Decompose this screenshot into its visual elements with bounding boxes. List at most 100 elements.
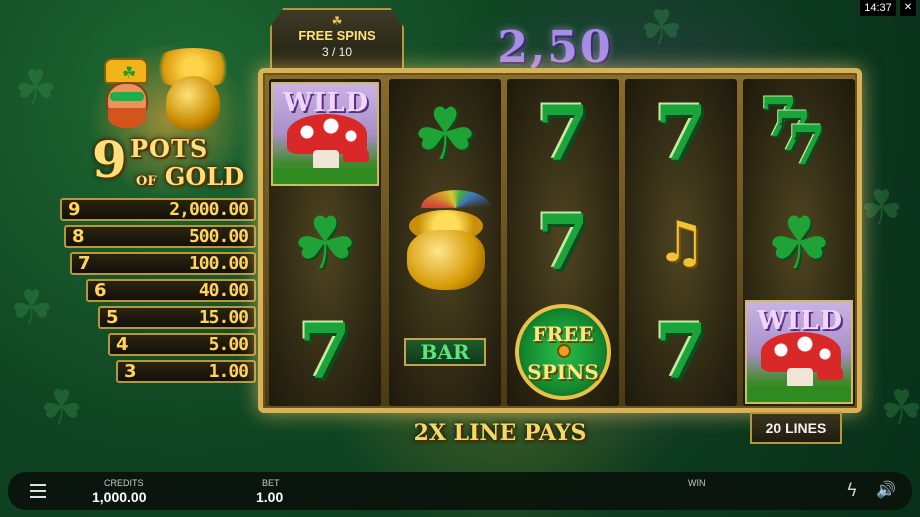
reel-cell: BAR — [389, 297, 501, 406]
reel-cell: 7 — [507, 188, 619, 297]
paytable-pots: 9 — [68, 199, 81, 220]
reel-1: WILD ☘ 7 — [269, 79, 381, 406]
reel-3: 7 7 FREE SPINS — [507, 79, 619, 406]
lines-indicator[interactable]: 20 LINES — [750, 412, 842, 444]
seven-symbol: 7 — [536, 197, 590, 287]
seven-symbol: 7 — [536, 88, 590, 178]
bar-symbol: BAR — [404, 337, 486, 366]
free-spins-symbol-line2: SPINS — [527, 359, 599, 384]
reel-cell: 7 — [625, 297, 737, 406]
clover-decoration-icon: ☘ — [640, 0, 684, 56]
win-label: WIN — [688, 478, 706, 488]
triple-seven-symbol: 7 7 7 — [754, 85, 844, 179]
leprechaun-hat: ☘ — [104, 58, 148, 84]
free-spins-title: FREE SPINS — [298, 28, 376, 43]
clover-decoration-icon: ☘ — [40, 380, 84, 436]
paytable-amount: 500.00 — [188, 226, 249, 247]
logo-pots: POTS — [130, 134, 209, 163]
win-amount-display: 2,50 — [497, 22, 613, 73]
credits-value: 1,000.00 — [92, 489, 147, 505]
seven-symbol: 7 — [654, 88, 708, 178]
paytable-row: 5 15.00 — [98, 306, 256, 329]
reel-cell: WILD — [743, 297, 855, 406]
logo-gold: GOLD — [164, 162, 245, 191]
free-spins-counter: ☘ FREE SPINS 3 / 10 — [270, 8, 404, 72]
reel-cell: WILD — [269, 79, 381, 188]
seven-glyph: 7 — [788, 112, 826, 177]
reel-cell: ☘ — [389, 79, 501, 188]
bottom-bar: CREDITS 1,000.00 BET 1.00 WIN ϟ 🔊 — [8, 472, 912, 510]
gem-icon — [557, 343, 571, 358]
paytable-amount: 40.00 — [198, 280, 249, 301]
paytable-pots: 8 — [72, 226, 85, 247]
close-icon[interactable]: ✕ — [900, 0, 916, 16]
paytable-row: 3 1.00 — [116, 360, 256, 383]
wild-mushroom-symbol: WILD — [271, 81, 379, 186]
pot-icon — [407, 229, 485, 290]
status-clock: 14:37 — [860, 0, 896, 16]
clover-icon: ☘ — [122, 65, 137, 82]
speaker-icon[interactable]: 🔊 — [876, 480, 896, 499]
paytable-amount: 2,000.00 — [169, 199, 249, 220]
reel-cell: 7 — [625, 79, 737, 188]
small-mushroom — [817, 363, 843, 380]
free-spins-count: 3 / 10 — [321, 45, 353, 59]
free-spins-symbol: FREE SPINS — [515, 303, 611, 400]
reel-cell: ☘ — [269, 188, 381, 297]
leprechaun-icon: ☘ — [98, 58, 156, 128]
paytable-amount: 15.00 — [198, 307, 249, 328]
logo-of: OF — [136, 174, 157, 189]
lightning-icon[interactable]: ϟ — [846, 480, 858, 501]
reel-cell: 7 — [507, 79, 619, 188]
clover-decoration-icon: ☘ — [880, 380, 920, 436]
clover-symbol-icon: ☘ — [292, 200, 358, 285]
reels-frame: WILD ☘ 7 ☘ BAR 7 7 FREE SPINS 7 ♫ 7 7 7 … — [258, 68, 862, 413]
reel-cell: ☘ — [743, 188, 855, 297]
wild-mushroom-symbol: WILD — [745, 299, 853, 404]
clover-decoration-icon: ☘ — [14, 60, 58, 116]
free-spins-symbol-line1: FREE — [532, 321, 594, 346]
small-mushroom — [343, 145, 369, 162]
paytable-row: 7 100.00 — [70, 252, 256, 275]
reel-2: ☘ BAR — [389, 79, 501, 406]
reel-5: 7 7 7 ☘ WILD — [743, 79, 855, 406]
pot-of-gold-symbol — [395, 188, 495, 298]
clover-symbol-icon: ☘ — [412, 91, 478, 176]
clover-decoration-icon: ☘ — [10, 280, 54, 336]
reel-cell: ♫ — [625, 188, 737, 297]
paytable-row: 8 500.00 — [64, 225, 256, 248]
seven-symbol: 7 — [654, 306, 708, 396]
beard — [108, 108, 146, 128]
paytable-pots: 3 — [124, 361, 137, 382]
sunglasses-icon — [110, 92, 144, 101]
reel-4: 7 ♫ 7 — [625, 79, 737, 406]
bet-label: BET — [262, 478, 280, 488]
paytable-amount: 5.00 — [208, 334, 249, 355]
logo-gold-line: OF GOLD — [136, 162, 244, 191]
game-logo: ☘ 9 POTS OF GOLD — [78, 40, 258, 200]
clover-icon: ☘ — [331, 14, 343, 28]
reel-cell: 7 — [269, 297, 381, 406]
grass — [747, 385, 851, 402]
harp-symbol-icon: ♫ — [655, 210, 707, 275]
reel-cell — [389, 188, 501, 297]
reel-cell: FREE SPINS — [507, 297, 619, 406]
seven-symbol: 7 — [298, 306, 352, 396]
paytable-row: 9 2,000.00 — [60, 198, 256, 221]
paytable-pots: 4 — [116, 334, 129, 355]
line-pays-banner: 2X LINE PAYS — [413, 420, 587, 446]
paytable-row: 4 5.00 — [108, 333, 256, 356]
clover-decoration-icon: ☘ — [860, 180, 904, 236]
reel-cell: 7 7 7 — [743, 79, 855, 188]
credits-label: CREDITS — [104, 478, 144, 488]
hamburger-menu-icon[interactable] — [30, 484, 46, 498]
paytable-pots: 6 — [94, 280, 107, 301]
paytable-amount: 100.00 — [188, 253, 249, 274]
grass — [273, 167, 377, 184]
pot-of-gold-icon — [166, 76, 220, 130]
paytable-amount: 1.00 — [208, 361, 249, 382]
bet-value[interactable]: 1.00 — [256, 489, 283, 505]
paytable-pots: 7 — [78, 253, 91, 274]
clover-symbol-icon: ☘ — [766, 200, 832, 285]
paytable-pots: 5 — [106, 307, 119, 328]
